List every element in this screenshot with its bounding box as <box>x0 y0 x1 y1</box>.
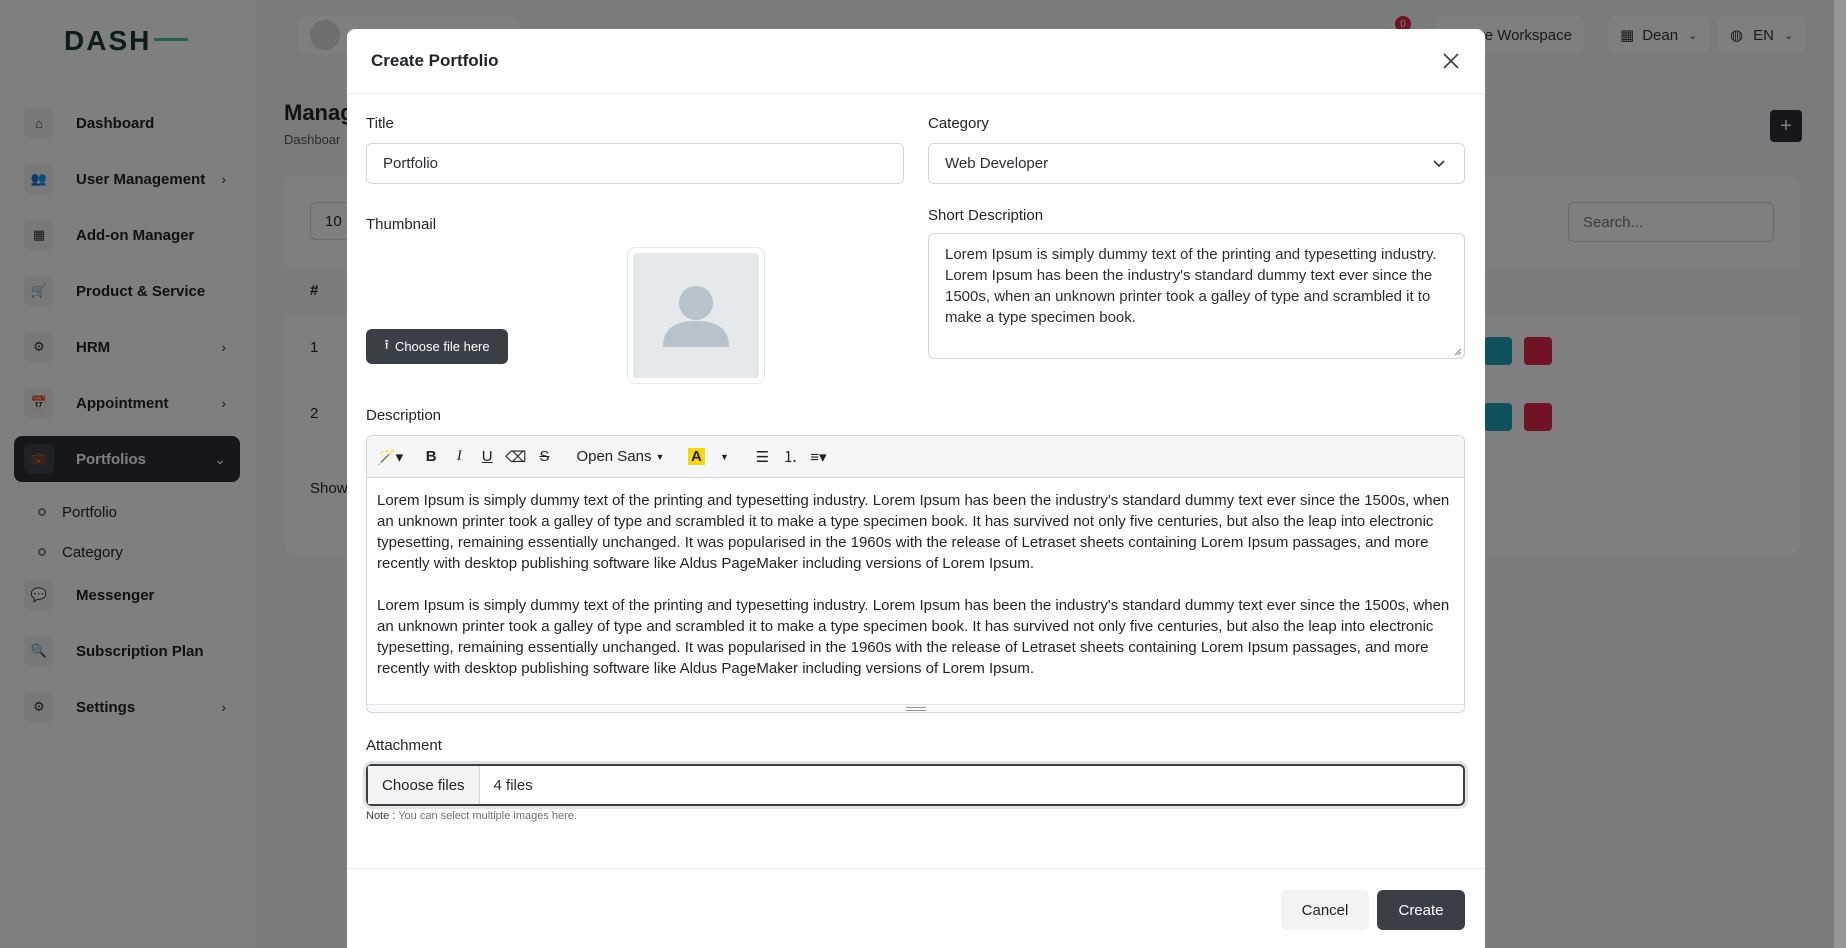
numbered-list-button[interactable]: ⒈ <box>776 442 804 472</box>
thumbnail-label: Thumbnail <box>366 216 437 233</box>
underline-icon: U <box>481 448 493 465</box>
page-scrollbar[interactable] <box>1834 0 1846 948</box>
attachment-label: Attachment <box>366 737 442 754</box>
underline-button[interactable]: U <box>473 442 501 472</box>
thumbnail-preview <box>627 247 765 384</box>
create-portfolio-modal: Create Portfolio Title Portfolio Categor… <box>347 29 1485 948</box>
short-description-label: Short Description <box>928 207 1044 224</box>
files-count: 4 files <box>493 776 533 794</box>
caret-down-icon: ▼ <box>655 451 665 462</box>
category-select[interactable]: Web Developer <box>928 143 1465 184</box>
bullet-list-icon: ☰ <box>755 448 770 466</box>
short-description-text: Lorem Ipsum is simply dummy text of the … <box>945 246 1437 326</box>
magic-wand-icon: 🪄▾ <box>377 448 404 466</box>
create-button[interactable]: Create <box>1377 890 1465 930</box>
description-label: Description <box>366 407 442 424</box>
note-text: You can select multiple images here. <box>398 810 577 822</box>
choose-file-label: Choose file here <box>394 339 490 354</box>
choose-files-label: Choose files <box>382 776 465 794</box>
cancel-button[interactable]: Cancel <box>1281 890 1369 930</box>
close-icon <box>1443 53 1459 69</box>
attachment-note: Note : You can select multiple images he… <box>366 810 577 822</box>
eraser-button[interactable]: ⌫ <box>501 442 530 472</box>
eraser-icon: ⌫ <box>505 448 527 466</box>
editor-paragraph: Lorem Ipsum is simply dummy text of the … <box>377 492 1450 572</box>
caret-down-icon: ▼ <box>719 451 729 462</box>
italic-button[interactable]: I <box>445 442 473 472</box>
category-label: Category <box>928 115 989 132</box>
rich-text-editor: 🪄▾ B I U ⌫ S Open Sans ▼ A ▼ ☰ ⒈ ≡▾ Lore… <box>366 435 1465 713</box>
bullet-list-button[interactable]: ☰ <box>748 442 776 472</box>
editor-paragraph: Lorem Ipsum is simply dummy text of the … <box>377 597 1450 677</box>
attachment-file-input[interactable]: Choose files 4 files <box>366 764 1465 806</box>
user-placeholder-icon <box>663 285 729 347</box>
category-value: Web Developer <box>945 155 1049 172</box>
upload-icon: ⭱ <box>384 336 389 352</box>
paragraph-align-dropdown[interactable]: ≡▾ <box>804 442 832 472</box>
bold-button[interactable]: B <box>417 442 445 472</box>
strikethrough-icon: S <box>539 448 550 465</box>
title-label: Title <box>366 115 394 132</box>
font-family-value: Open Sans <box>576 448 652 465</box>
short-description-textarea[interactable]: Lorem Ipsum is simply dummy text of the … <box>928 233 1465 359</box>
text-color-icon: A <box>688 448 705 465</box>
modal-title: Create Portfolio <box>371 51 499 70</box>
grip-icon <box>905 706 926 711</box>
note-prefix: Note : <box>366 810 396 822</box>
align-icon: ≡▾ <box>810 448 827 466</box>
modal-header: Create Portfolio <box>347 29 1485 94</box>
title-input[interactable]: Portfolio <box>366 143 904 184</box>
numbered-list-icon: ⒈ <box>782 449 798 466</box>
text-color-button[interactable]: A <box>682 442 710 472</box>
font-family-dropdown[interactable]: Open Sans ▼ <box>568 442 672 472</box>
close-button[interactable] <box>1439 49 1463 73</box>
strikethrough-button[interactable]: S <box>530 442 558 472</box>
chevron-down-icon <box>1433 160 1445 168</box>
choose-files-button[interactable]: Choose files <box>368 766 480 804</box>
magic-style-button[interactable]: 🪄▾ <box>373 442 407 472</box>
choose-thumbnail-button[interactable]: ⭱ Choose file here <box>366 329 508 364</box>
resize-handle-icon[interactable] <box>1454 348 1462 356</box>
italic-icon: I <box>456 448 462 464</box>
editor-toolbar: 🪄▾ B I U ⌫ S Open Sans ▼ A ▼ ☰ ⒈ ≡▾ <box>367 436 1464 478</box>
editor-resize-handle[interactable] <box>367 704 1464 712</box>
bold-icon: B <box>425 448 437 465</box>
editor-content[interactable]: Lorem Ipsum is simply dummy text of the … <box>367 478 1464 712</box>
text-color-dropdown[interactable]: ▼ <box>710 442 738 472</box>
